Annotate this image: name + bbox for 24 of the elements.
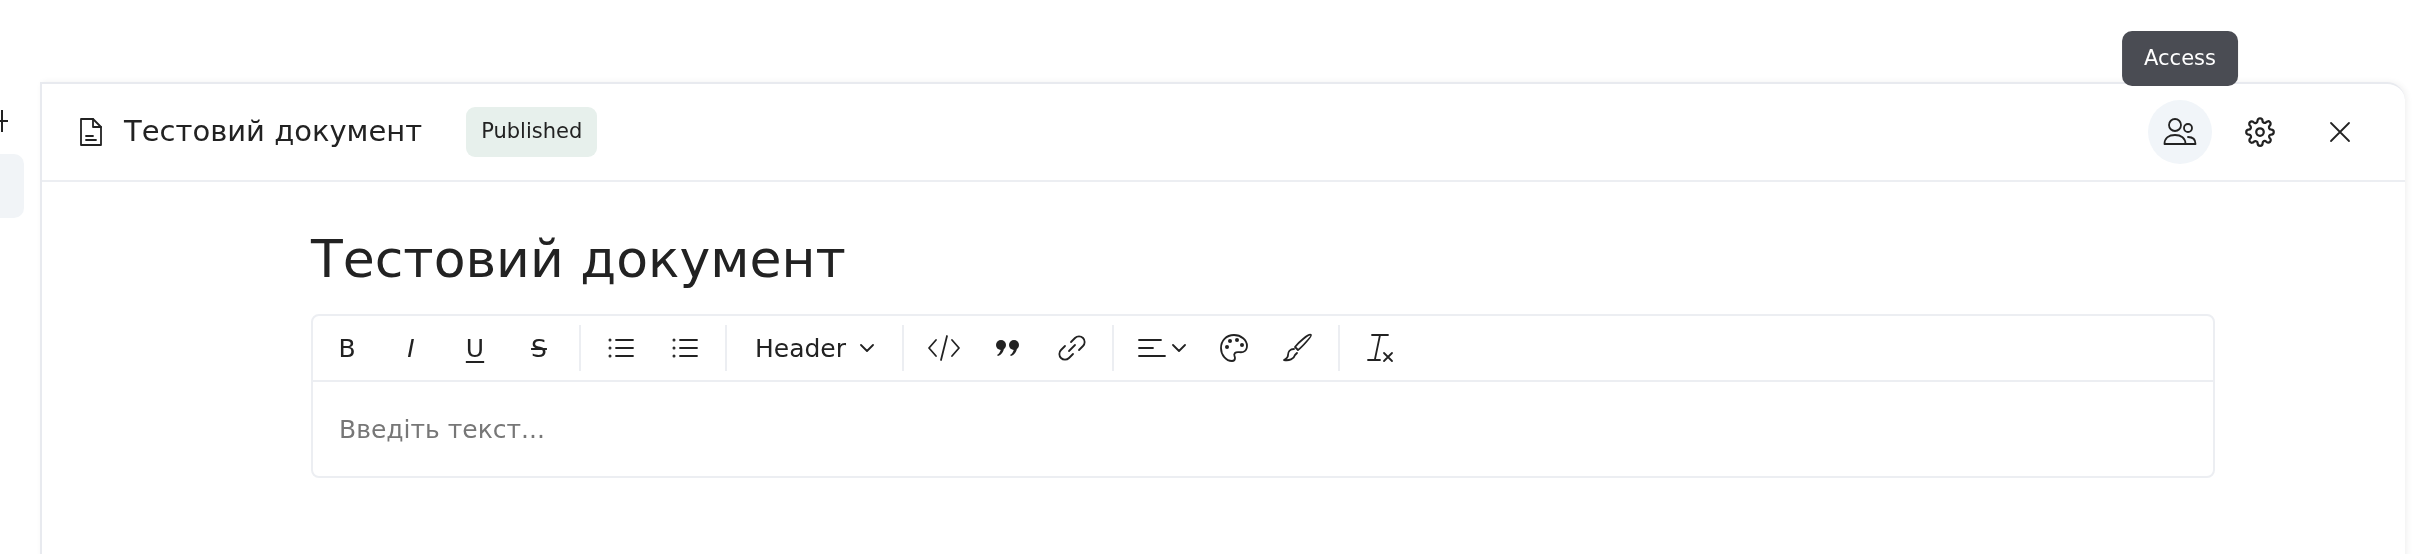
italic-button[interactable]: I <box>379 317 443 380</box>
settings-icon <box>2245 117 2275 147</box>
plus-icon[interactable] <box>0 109 10 132</box>
users-icon <box>2163 117 2197 147</box>
palette-icon <box>1219 333 1250 364</box>
caret-icon <box>1172 344 1187 353</box>
list-icon <box>672 338 698 359</box>
quote-icon <box>995 339 1022 358</box>
document-heading: Тестовий документ <box>311 228 847 291</box>
bold-button[interactable]: B <box>315 317 379 380</box>
code-icon <box>927 334 962 363</box>
align-icon <box>1138 338 1167 359</box>
status-badge: Published <box>466 107 598 157</box>
underline-button[interactable]: U <box>443 317 507 380</box>
header-dropdown[interactable]: Header <box>735 317 895 380</box>
list-icon <box>608 338 634 359</box>
close-icon <box>2329 121 2351 143</box>
strikethrough-button[interactable]: S <box>507 317 571 380</box>
document-icon <box>78 116 104 148</box>
editor-input[interactable]: Введіть текст... <box>313 382 2213 477</box>
caret-icon <box>860 344 875 353</box>
document-title: Тестовий документ <box>124 113 423 151</box>
tooltip: Access <box>2122 30 2238 86</box>
text-editor[interactable]: B I U S Header Введіть текст... <box>311 314 2215 479</box>
